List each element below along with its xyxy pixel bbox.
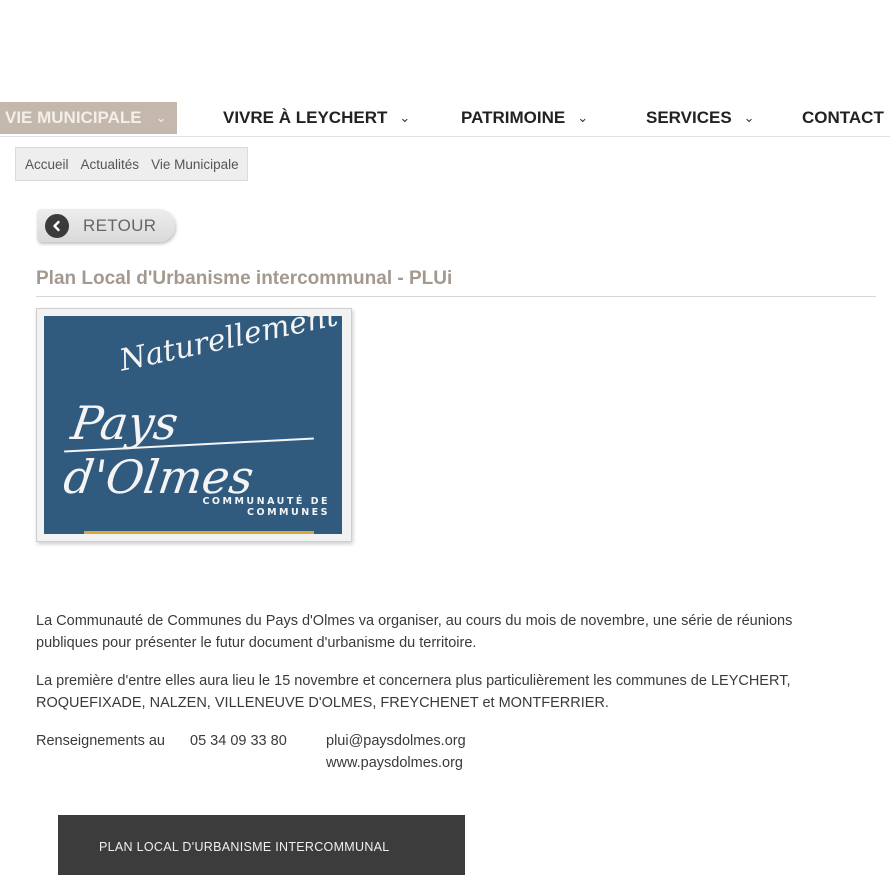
logo-subtitle: COMMUNAUTÉ DE COMMUNES: [184, 496, 330, 518]
article-body: La Communauté de Communes du Pays d'Olme…: [36, 610, 856, 776]
nav-services[interactable]: SERVICES ⌄: [646, 102, 755, 134]
chevron-down-icon: ⌄: [577, 110, 589, 125]
pays-olmes-logo: Naturellement Pays d'Olmes COMMUNAUTÉ DE…: [44, 316, 342, 534]
breadcrumb-vie-municipale[interactable]: Vie Municipale: [151, 157, 239, 172]
article-image: Naturellement Pays d'Olmes COMMUNAUTÉ DE…: [36, 308, 352, 542]
contact-phone: 05 34 09 33 80: [190, 733, 287, 749]
back-button[interactable]: RETOUR: [37, 209, 175, 242]
contact-website[interactable]: www.paysdolmes.org: [326, 752, 463, 774]
chevron-down-icon: ⌄: [743, 110, 755, 125]
nav-vivre-a-leychert[interactable]: VIVRE À LEYCHERT ⌄: [223, 102, 410, 134]
logo-subtitle-line2: COMMUNES: [247, 507, 330, 518]
article-paragraph: La première d'entre elles aura lieu le 1…: [36, 673, 791, 711]
contact-info: Renseignements au 05 34 09 33 80 plui@pa…: [36, 730, 856, 776]
nav-label: VIVRE À LEYCHERT: [223, 108, 388, 127]
nav-contact[interactable]: CONTACT: [802, 102, 884, 134]
logo-tagline: Naturellement: [116, 316, 341, 379]
contact-email[interactable]: plui@paysdolmes.org: [326, 730, 466, 752]
logo-gold-bar: [84, 531, 314, 534]
contact-label: Renseignements au: [36, 733, 165, 749]
logo-subtitle-line1: COMMUNAUTÉ DE: [202, 496, 330, 507]
chevron-down-icon: ⌄: [399, 110, 411, 125]
breadcrumb: Accueil Actualités Vie Municipale: [15, 147, 248, 181]
back-button-label: RETOUR: [83, 215, 157, 235]
page-title: Plan Local d'Urbanisme intercommunal - P…: [36, 268, 876, 297]
nav-label: SERVICES: [646, 108, 732, 127]
breadcrumb-accueil[interactable]: Accueil: [25, 157, 69, 172]
nav-label: PATRIMOINE: [461, 108, 566, 127]
nav-patrimoine[interactable]: PATRIMOINE ⌄: [461, 102, 588, 134]
chevron-left-circle-icon: [45, 213, 69, 238]
chevron-down-icon: ⌄: [155, 110, 167, 125]
banner-label: PLAN LOCAL D'URBANISME INTERCOMMUNAL: [99, 840, 390, 854]
article-paragraph: La Communauté de Communes du Pays d'Olme…: [36, 613, 793, 651]
nav-vie-municipale[interactable]: VIE MUNICIPALE ⌄: [0, 102, 177, 134]
plui-banner: PLAN LOCAL D'URBANISME INTERCOMMUNAL: [58, 815, 465, 875]
main-nav: VIE MUNICIPALE ⌄ VIVRE À LEYCHERT ⌄ PATR…: [0, 100, 890, 137]
breadcrumb-actualites[interactable]: Actualités: [81, 157, 140, 172]
nav-label: VIE MUNICIPALE: [5, 108, 142, 127]
nav-label: CONTACT: [802, 108, 884, 127]
